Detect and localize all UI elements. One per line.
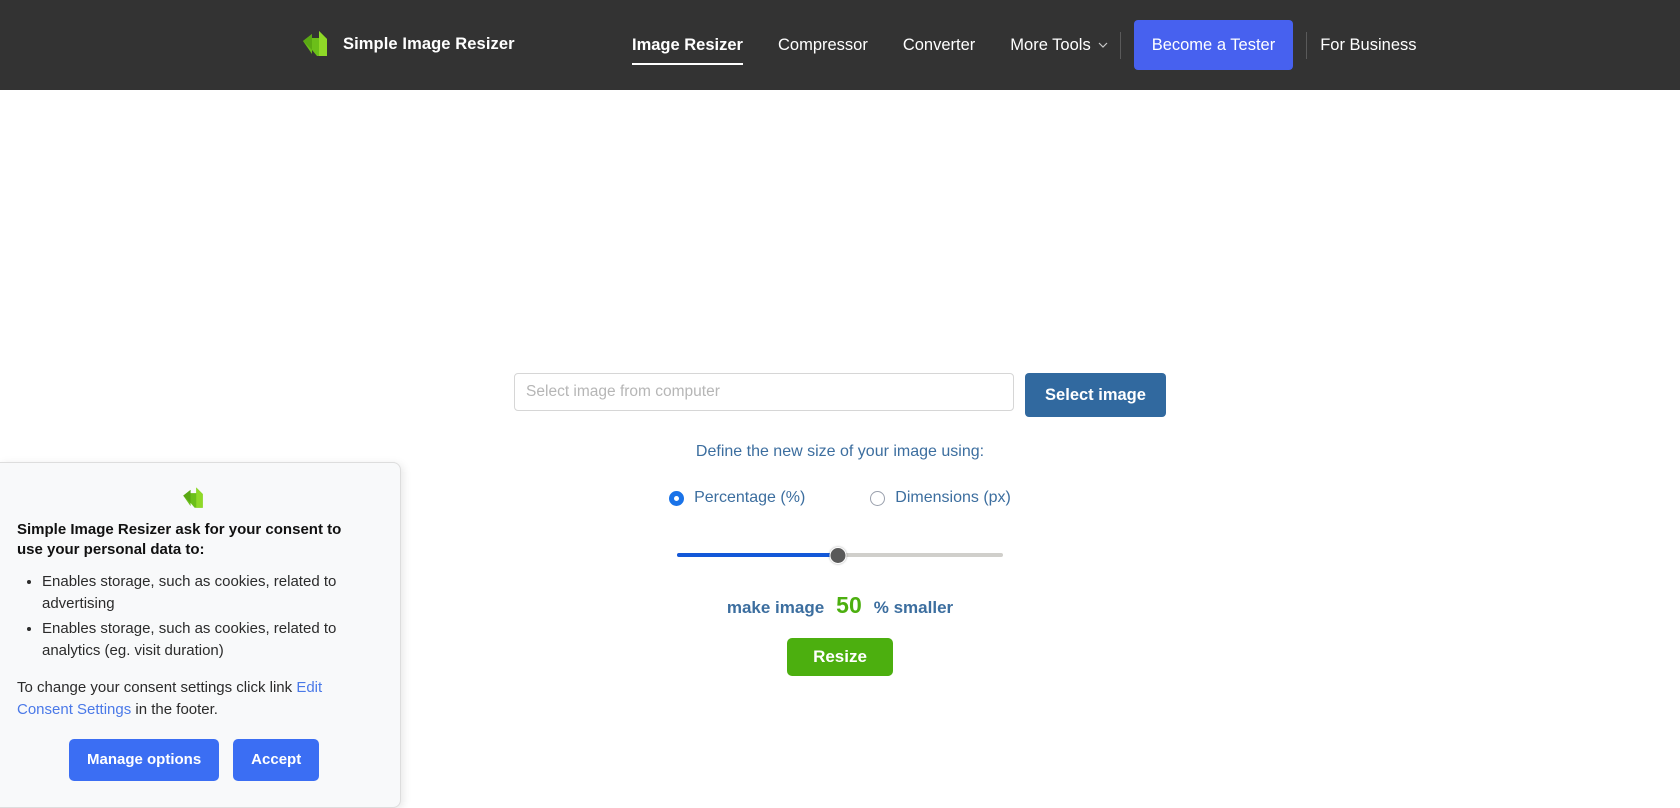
main-navigation: Image Resizer Compressor Converter More …	[632, 0, 1417, 90]
list-item: Enables storage, such as cookies, relate…	[42, 571, 368, 616]
consent-title: Simple Image Resizer ask for your consen…	[17, 521, 342, 558]
nav-link-for-business[interactable]: For Business	[1320, 0, 1416, 90]
nav-item-compressor[interactable]: Compressor	[778, 0, 868, 90]
resize-button[interactable]: Resize	[787, 638, 893, 676]
accept-button[interactable]: Accept	[233, 738, 320, 781]
green-arrow-logo-icon	[180, 485, 206, 511]
amount-prefix-label: make image	[726, 598, 825, 617]
nav-item-converter[interactable]: Converter	[903, 0, 975, 90]
become-a-tester-button[interactable]: Become a Tester	[1133, 20, 1294, 70]
list-item: Enables storage, such as cookies, relate…	[42, 618, 368, 663]
radio-dimensions-icon[interactable]	[870, 490, 886, 506]
site-header: Simple Image Resizer Image Resizer Compr…	[0, 0, 1680, 90]
consent-dialog: Simple Image Resizer ask for your consen…	[0, 462, 401, 808]
green-arrow-logo-icon	[299, 28, 331, 60]
radio-label-dimensions: Dimensions (px)	[895, 489, 1011, 506]
consent-note-after: in the footer.	[131, 701, 218, 719]
amount-suffix-label: % smaller	[873, 598, 954, 617]
nav-item-for-business[interactable]: For Business	[1320, 0, 1416, 90]
manage-options-button[interactable]: Manage options	[69, 738, 220, 781]
size-mode-radio-group: Percentage (%) Dimensions (px)	[669, 489, 1011, 507]
slider-filled-range	[677, 553, 839, 557]
nav-divider-left	[1119, 31, 1121, 59]
resize-amount-summary: make image 50 % smaller	[727, 592, 953, 619]
active-tab-underline	[632, 63, 743, 65]
select-image-button[interactable]: Select image	[1025, 373, 1166, 417]
nav-link-converter[interactable]: Converter	[903, 0, 975, 90]
file-path-input[interactable]	[514, 373, 1015, 411]
brand-name: Simple Image Resizer	[343, 34, 515, 53]
percentage-slider[interactable]	[677, 545, 1003, 565]
nav-link-more-tools[interactable]: More Tools	[1010, 0, 1090, 90]
nav-divider-right	[1306, 31, 1308, 59]
brand-logo-link[interactable]: Simple Image Resizer	[299, 28, 515, 60]
consent-note-before: To change your consent settings click li…	[17, 678, 297, 696]
radio-percentage-icon[interactable]	[669, 490, 685, 506]
consent-actions: Manage options Accept	[17, 738, 368, 781]
nav-link-compressor[interactable]: Compressor	[778, 0, 868, 90]
radio-label-percentage: Percentage (%)	[694, 489, 806, 506]
define-size-label: Define the new size of your image using:	[695, 443, 985, 460]
consent-purpose-list: Enables storage, such as cookies, relate…	[17, 571, 368, 663]
nav-item-image-resizer[interactable]: Image Resizer	[632, 0, 743, 90]
radio-option-percentage[interactable]: Percentage (%)	[669, 489, 805, 507]
consent-note: To change your consent settings click li…	[17, 677, 368, 722]
chevron-down-icon	[1098, 40, 1108, 49]
amount-percent-value: 50	[836, 592, 862, 618]
nav-item-more-tools[interactable]: More Tools	[1010, 0, 1108, 90]
radio-option-dimensions[interactable]: Dimensions (px)	[870, 489, 1011, 507]
file-select-row: Select image	[514, 373, 1166, 417]
nav-link-image-resizer[interactable]: Image Resizer	[632, 0, 743, 90]
slider-thumb-handle[interactable]	[829, 547, 847, 564]
consent-logo-row	[17, 485, 368, 511]
